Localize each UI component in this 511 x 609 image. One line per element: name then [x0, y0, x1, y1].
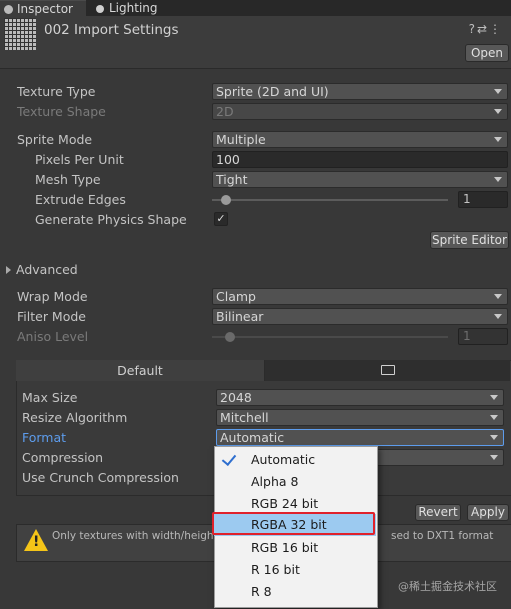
use-crunch-label: Use Crunch Compression: [22, 470, 179, 485]
generate-physics-checkbox[interactable]: ✓: [214, 212, 228, 226]
format-option-r8[interactable]: R 8: [214, 581, 376, 603]
info-icon: [4, 5, 13, 14]
texture-type-label: Texture Type: [17, 84, 96, 99]
chevron-down-icon: [494, 294, 502, 299]
open-button[interactable]: Open: [465, 44, 509, 62]
tab-default-platform[interactable]: Default: [16, 360, 265, 381]
format-option-automatic[interactable]: Automatic: [214, 449, 376, 471]
mesh-type-dropdown[interactable]: Tight: [212, 171, 508, 188]
filter-mode-label: Filter Mode: [17, 309, 86, 324]
apply-button[interactable]: Apply: [467, 504, 509, 521]
extrude-edges-input[interactable]: 1: [458, 191, 508, 208]
revert-button[interactable]: Revert: [415, 504, 461, 521]
generate-physics-label: Generate Physics Shape: [35, 212, 187, 227]
filter-mode-value: Bilinear: [216, 309, 264, 324]
chevron-down-icon: [490, 395, 498, 400]
extrude-edges-label: Extrude Edges: [35, 192, 126, 207]
tab-inspector[interactable]: Inspector: [0, 0, 86, 17]
format-option-r16[interactable]: R 16 bit: [214, 559, 376, 581]
help-icon[interactable]: ?: [469, 22, 477, 36]
wrap-mode-label: Wrap Mode: [17, 289, 88, 304]
tab-inspector-label: Inspector: [17, 2, 73, 16]
advanced-label: Advanced: [16, 262, 78, 277]
extrude-edges-slider[interactable]: [212, 199, 448, 201]
texture-shape-dropdown: 2D: [212, 103, 508, 120]
pixels-per-unit-input[interactable]: 100: [212, 151, 508, 168]
page-title: 002 Import Settings: [44, 22, 179, 38]
aniso-level-slider-handle: [225, 332, 235, 342]
tab-standalone-platform[interactable]: [265, 360, 510, 381]
format-option-alpha8[interactable]: Alpha 8: [214, 471, 376, 493]
warning-exclamation: !: [33, 534, 40, 550]
tab-lighting[interactable]: Lighting: [96, 0, 158, 16]
warning-text: Only textures with width/height b: [52, 530, 228, 542]
wrap-mode-dropdown[interactable]: Clamp: [212, 288, 508, 305]
max-size-value: 2048: [220, 390, 252, 405]
chevron-down-icon: [494, 137, 502, 142]
texture-shape-label: Texture Shape: [17, 104, 106, 119]
resize-algorithm-label: Resize Algorithm: [22, 410, 128, 425]
mesh-type-label: Mesh Type: [35, 172, 101, 187]
chevron-down-icon: [490, 435, 498, 440]
chevron-down-icon: [490, 415, 498, 420]
format-option-label: R 16 bit: [251, 562, 300, 577]
resize-algorithm-dropdown[interactable]: Mitchell: [216, 409, 504, 426]
sprite-mode-label: Sprite Mode: [17, 132, 93, 147]
max-size-label: Max Size: [22, 390, 78, 405]
format-option-rgb16[interactable]: RGB 16 bit: [214, 537, 376, 559]
format-option-label: R 8: [251, 584, 272, 599]
pixels-per-unit-label: Pixels Per Unit: [35, 152, 124, 167]
chevron-down-icon: [494, 314, 502, 319]
presets-icon[interactable]: ⇄: [477, 22, 489, 36]
highlight-box: [212, 512, 375, 535]
aniso-level-label: Aniso Level: [17, 329, 89, 344]
watermark: @稀土掘金技术社区: [398, 580, 497, 593]
extrude-edges-slider-handle[interactable]: [221, 195, 231, 205]
wrap-mode-value: Clamp: [216, 289, 256, 304]
header-icons: ?⇄⋮: [469, 22, 503, 36]
format-option-label: Alpha 8: [251, 474, 299, 489]
chevron-down-icon: [494, 89, 502, 94]
checkbox-check-icon: ✓: [216, 212, 226, 225]
format-option-label: Automatic: [251, 452, 316, 467]
chevron-down-icon: [494, 177, 502, 182]
texture-type-dropdown[interactable]: Sprite (2D and UI): [212, 83, 508, 100]
warning-text-right: sed to DXT1 format: [391, 530, 494, 542]
format-dropdown[interactable]: Automatic: [216, 429, 504, 446]
texture-type-value: Sprite (2D and UI): [216, 84, 329, 99]
format-option-label: RGB 16 bit: [251, 540, 319, 555]
sprite-mode-value: Multiple: [216, 132, 266, 147]
filter-mode-dropdown[interactable]: Bilinear: [212, 308, 508, 325]
mesh-type-value: Tight: [216, 172, 248, 187]
texture-thumbnail: [4, 18, 36, 50]
tab-lighting-label: Lighting: [109, 1, 158, 15]
aniso-level-slider: [212, 336, 448, 338]
max-size-dropdown[interactable]: 2048: [216, 389, 504, 406]
context-menu-icon[interactable]: ⋮: [489, 22, 503, 36]
bulb-icon: [96, 5, 104, 13]
chevron-down-icon: [490, 455, 498, 460]
sprite-mode-dropdown[interactable]: Multiple: [212, 131, 508, 148]
format-label: Format: [22, 430, 67, 445]
resize-algorithm-value: Mitchell: [220, 410, 269, 425]
aniso-level-input: 1: [458, 328, 508, 345]
monitor-icon: [380, 365, 395, 375]
chevron-right-icon: [6, 266, 11, 274]
texture-shape-value: 2D: [216, 104, 234, 119]
sprite-editor-button[interactable]: Sprite Editor: [430, 231, 509, 249]
advanced-foldout[interactable]: Advanced: [6, 262, 78, 277]
format-value: Automatic: [220, 430, 285, 445]
chevron-down-icon: [494, 109, 502, 114]
compression-label: Compression: [22, 450, 104, 465]
